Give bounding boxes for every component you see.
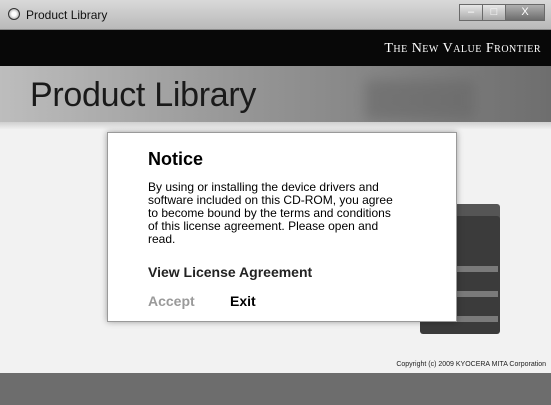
window-controls: – □ X — [459, 4, 545, 21]
view-license-link[interactable]: View License Agreement — [148, 264, 312, 280]
footer-bar — [0, 373, 551, 405]
app-window: Product Library – □ X The New Value Fron… — [0, 0, 551, 405]
header-decoration — [365, 80, 475, 120]
notice-dialog: Notice By using or installing the device… — [107, 132, 457, 322]
close-button[interactable]: X — [505, 4, 545, 21]
brand-tagline: The New Value Frontier — [384, 41, 541, 56]
notice-body: By using or installing the device driver… — [148, 180, 393, 246]
copyright-text: Copyright (c) 2009 KYOCERA MITA Corporat… — [396, 361, 546, 368]
maximize-button[interactable]: □ — [482, 4, 506, 21]
notice-title: Notice — [148, 149, 204, 169]
header-band: Product Library — [0, 66, 551, 130]
exit-button[interactable]: Exit — [230, 293, 256, 309]
accept-button[interactable]: Accept — [148, 293, 195, 309]
brand-banner: The New Value Frontier — [0, 30, 551, 66]
page-title: Product Library — [30, 76, 257, 114]
minimize-button[interactable]: – — [459, 4, 483, 21]
window-title: Product Library — [26, 8, 108, 22]
app-icon — [8, 8, 20, 20]
title-bar: Product Library – □ X — [0, 0, 551, 30]
